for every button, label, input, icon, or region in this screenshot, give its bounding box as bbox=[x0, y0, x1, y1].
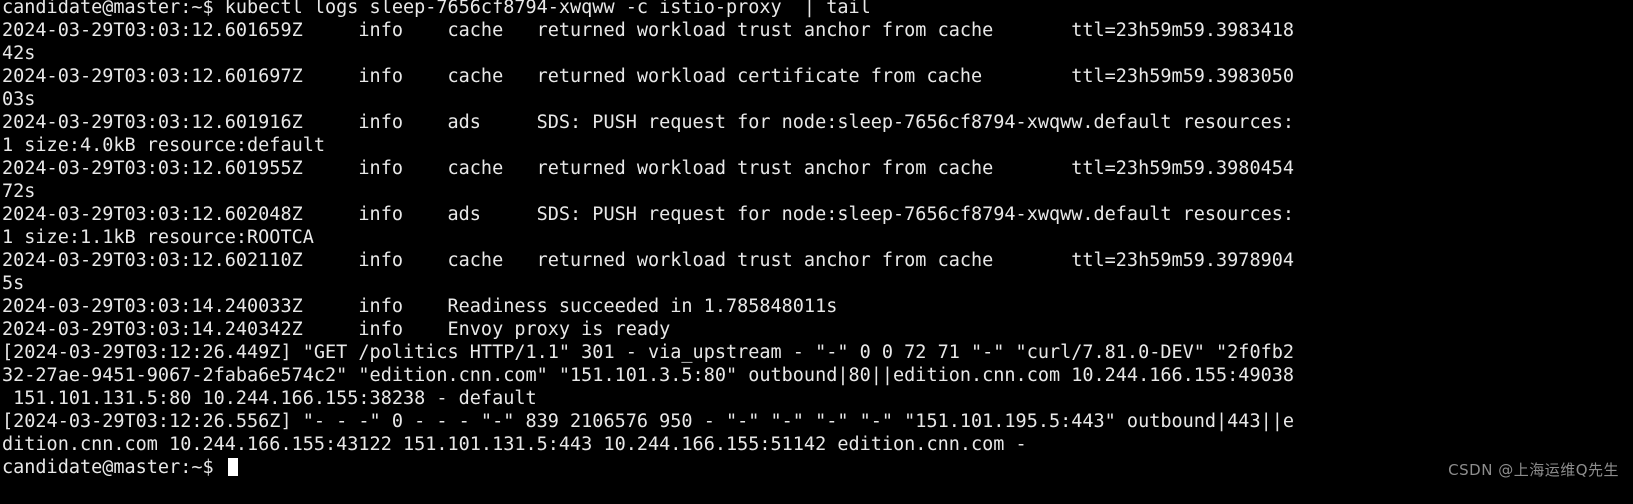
terminal-line: [2024-03-29T03:12:26.556Z] "- - -" 0 - -… bbox=[2, 411, 1295, 432]
terminal-line: 2024-03-29T03:03:12.602110Z info cache r… bbox=[2, 250, 1295, 271]
terminal-line: [2024-03-29T03:12:26.449Z] "GET /politic… bbox=[2, 342, 1295, 363]
terminal-line: dition.cnn.com 10.244.166.155:43122 151.… bbox=[2, 434, 1027, 455]
terminal-line: 42s bbox=[2, 43, 36, 64]
shell-prompt: candidate@master:~$ bbox=[2, 457, 225, 478]
terminal-line: 2024-03-29T03:03:12.601916Z info ads SDS… bbox=[2, 112, 1295, 133]
text-cursor bbox=[227, 458, 238, 476]
terminal-output: candidate@master:~$ kubectl logs sleep-7… bbox=[2, 0, 1633, 479]
terminal-line: 151.101.131.5:80 10.244.166.155:38238 - … bbox=[2, 388, 537, 409]
terminal-line: 1 size:4.0kB resource:default bbox=[2, 135, 326, 156]
terminal-line: 2024-03-29T03:03:12.602048Z info ads SDS… bbox=[2, 204, 1295, 225]
terminal-line: 2024-03-29T03:03:12.601659Z info cache r… bbox=[2, 20, 1295, 41]
terminal-line: 2024-03-29T03:03:12.601697Z info cache r… bbox=[2, 66, 1295, 87]
terminal-line: 5s bbox=[2, 273, 25, 294]
terminal-line: 72s bbox=[2, 181, 36, 202]
terminal-line: 2024-03-29T03:03:14.240342Z info Envoy p… bbox=[2, 319, 671, 340]
terminal-line: candidate@master:~$ kubectl logs sleep-7… bbox=[2, 0, 871, 18]
terminal-line: 2024-03-29T03:03:12.601955Z info cache r… bbox=[2, 158, 1295, 179]
csdn-watermark: CSDN @上海运维Q先生 bbox=[1448, 461, 1619, 479]
terminal-line: 03s bbox=[2, 89, 36, 110]
terminal-window[interactable]: candidate@master:~$ kubectl logs sleep-7… bbox=[0, 0, 1633, 504]
terminal-line: 2024-03-29T03:03:14.240033Z info Readine… bbox=[2, 296, 838, 317]
terminal-line: 32-27ae-9451-9067-2faba6e574c2" "edition… bbox=[2, 365, 1295, 386]
terminal-line: 1 size:1.1kB resource:ROOTCA bbox=[2, 227, 314, 248]
terminal-prompt-line[interactable]: candidate@master:~$ bbox=[2, 456, 1633, 479]
